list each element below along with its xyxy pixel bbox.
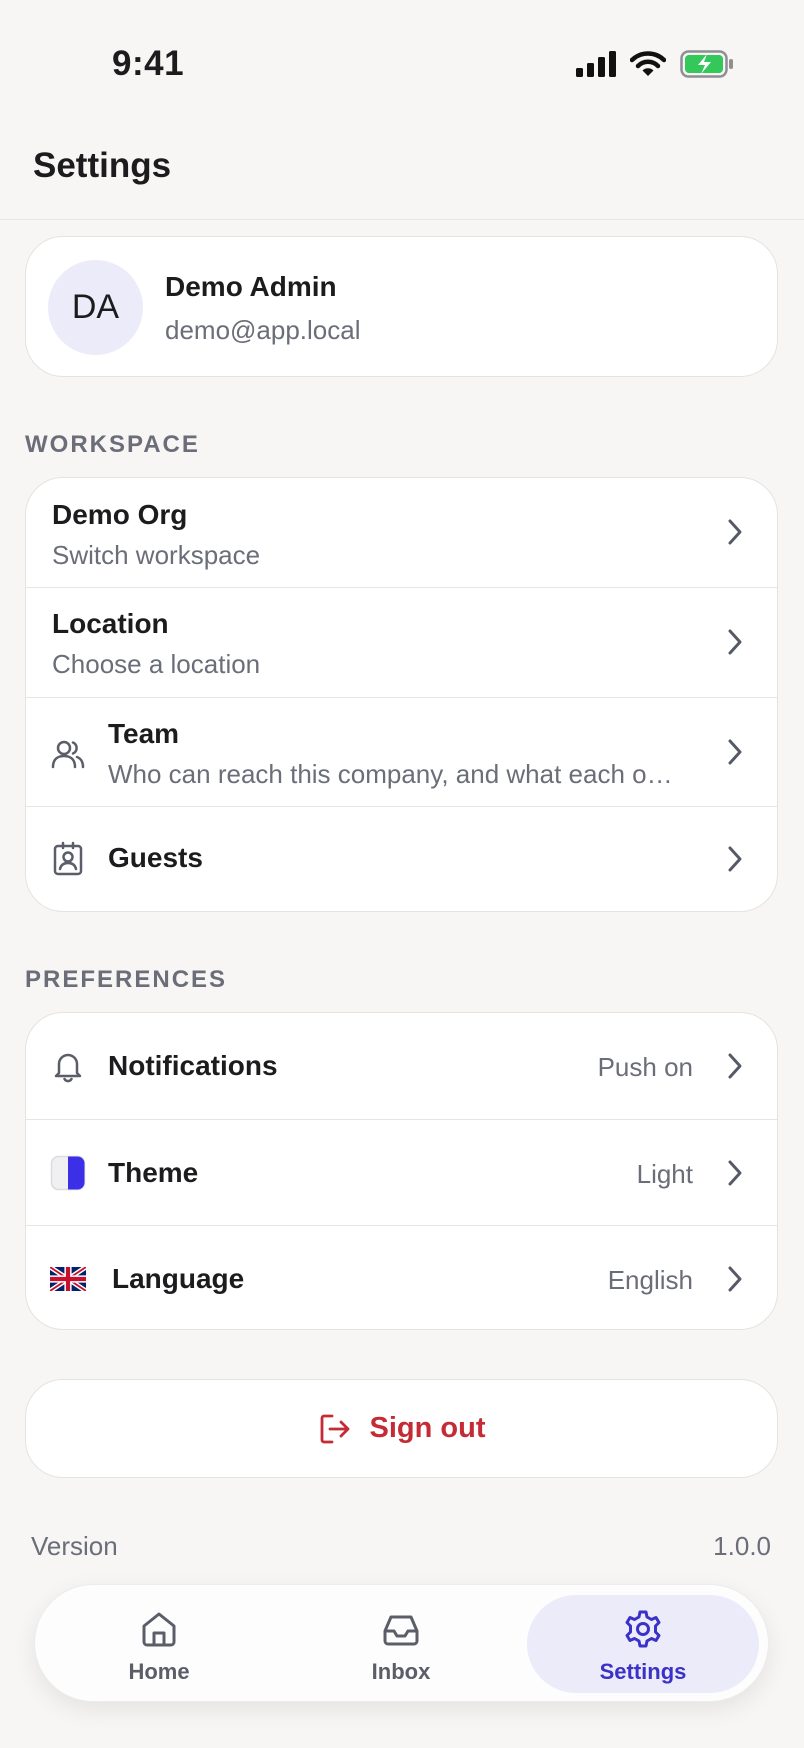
sign-out-label: Sign out <box>369 1412 486 1444</box>
gear-icon <box>625 1610 661 1648</box>
tab-label: Home <box>128 1659 190 1684</box>
wifi-icon <box>630 51 666 76</box>
tab-label: Inbox <box>371 1659 431 1684</box>
version-label: Version <box>31 1531 118 1561</box>
chevron-right-icon <box>728 1266 742 1292</box>
header: Settings <box>0 130 804 220</box>
badge-icon <box>53 841 83 876</box>
workspace-card: Demo Org Switch workspace Location Choos… <box>25 477 778 912</box>
row-title: Team <box>108 718 180 749</box>
preferences-row-notifications[interactable]: Notifications Push on <box>26 1013 777 1119</box>
row-value: English <box>607 1265 693 1295</box>
row-title: Notifications <box>108 1050 278 1081</box>
row-subtitle: Choose a location <box>52 649 261 679</box>
row-value: Light <box>636 1159 693 1189</box>
preferences-row-language[interactable]: Language English <box>26 1225 777 1329</box>
profile-name: Demo Admin <box>165 271 337 302</box>
row-subtitle: Who can reach this company, and what eac… <box>108 759 673 789</box>
version-value: 1.0.0 <box>713 1531 771 1561</box>
section-label-preferences: PREFERENCES <box>25 966 228 993</box>
row-title: Theme <box>108 1157 199 1188</box>
theme-swatch-icon <box>50 1155 86 1191</box>
status-time: 9:41 <box>112 44 185 83</box>
chevron-right-icon <box>728 846 742 872</box>
tab-settings[interactable]: Settings <box>527 1595 759 1693</box>
row-value: Push on <box>597 1052 693 1082</box>
chevron-right-icon <box>728 629 742 655</box>
row-title: Language <box>112 1263 245 1294</box>
tab-home[interactable]: Home <box>43 1595 275 1693</box>
row-subtitle: Switch workspace <box>52 540 261 570</box>
workspace-row-org[interactable]: Demo Org Switch workspace <box>26 478 777 587</box>
workspace-row-team[interactable]: Team Who can reach this company, and wha… <box>26 697 777 806</box>
tab-bar: Home Inbox Settings <box>34 1584 769 1702</box>
sign-out-button[interactable]: Sign out <box>25 1379 778 1478</box>
cellular-signal-icon <box>576 51 616 77</box>
chevron-right-icon <box>728 1053 742 1079</box>
home-icon <box>142 1612 176 1647</box>
row-title: Demo Org <box>52 499 188 530</box>
tab-label: Settings <box>599 1659 687 1684</box>
preferences-row-theme[interactable]: Theme Light <box>26 1119 777 1225</box>
preferences-card: Notifications Push on Theme Light Langua… <box>25 1012 778 1330</box>
battery-charging-icon <box>680 50 733 78</box>
chevron-right-icon <box>728 1160 742 1186</box>
bell-icon <box>54 1053 82 1083</box>
status-icons <box>576 50 734 78</box>
avatar: DA <box>48 260 143 355</box>
profile-card[interactable]: DA Demo Admin demo@app.local <box>25 236 778 377</box>
uk-flag-icon <box>50 1267 86 1291</box>
logout-icon <box>320 1414 349 1443</box>
row-title: Guests <box>108 842 203 873</box>
page-title: Settings <box>33 146 172 185</box>
status-bar: 9:41 <box>0 0 804 130</box>
workspace-row-guests[interactable]: Guests <box>26 806 777 910</box>
tab-inbox[interactable]: Inbox <box>285 1595 517 1693</box>
workspace-row-location[interactable]: Location Choose a location <box>26 587 777 697</box>
section-label-workspace: WORKSPACE <box>25 431 200 458</box>
chevron-right-icon <box>728 519 742 545</box>
users-icon <box>51 740 85 769</box>
row-title: Location <box>52 608 169 639</box>
chevron-right-icon <box>728 739 742 765</box>
profile-email: demo@app.local <box>165 315 361 345</box>
inbox-icon <box>383 1615 419 1646</box>
